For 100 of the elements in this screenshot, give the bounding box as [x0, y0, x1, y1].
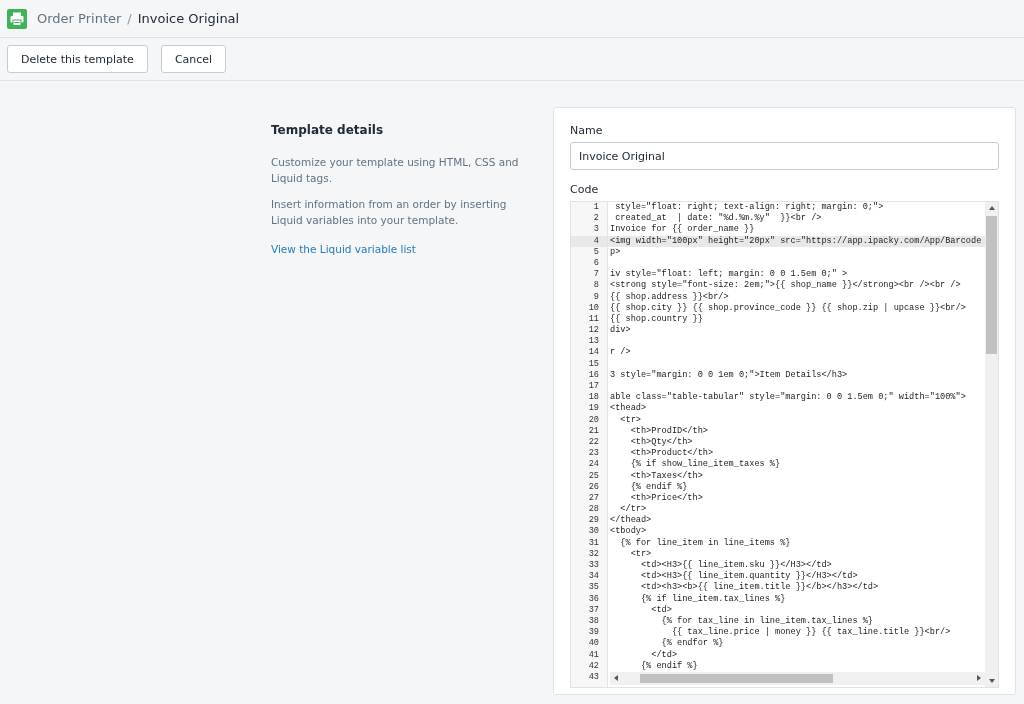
line-number: 7 [592, 269, 600, 281]
line-number: 36 [587, 593, 600, 605]
line-number: 2 [592, 213, 600, 225]
code-line: {% for tax_line in line_item.tax_lines %} [660, 615, 873, 626]
description-text: Insert information from an order by inserting Liquid variables into your template. [271, 197, 508, 228]
code-line: <th>Qty</th> [629, 436, 693, 447]
code-line: <tr> [619, 414, 641, 425]
code-line: <th>Taxes</th> [629, 470, 703, 481]
code-line: {% if line_item.tax_lines %} [639, 593, 786, 604]
scroll-down-icon[interactable] [988, 678, 995, 684]
code-line: {% endfor %} [660, 638, 724, 649]
cancel-button[interactable]: Cancel [160, 45, 227, 73]
line-number: 5 [592, 246, 600, 258]
code-line: </thead> [610, 515, 652, 526]
line-number: 25 [587, 470, 600, 482]
code-line: style="float: right; text-align: right; margin: 0;"> [614, 202, 884, 212]
code-line: p> [610, 246, 621, 257]
code-line: <tr> [629, 548, 652, 559]
line-number: 35 [587, 582, 600, 594]
section-title: Template details [271, 123, 385, 137]
page-title: Invoice Original [137, 11, 240, 26]
line-number: 38 [587, 615, 600, 628]
code-line: created_at | date: "%d.%m.%y" }}<br /> [614, 213, 822, 224]
code-line: <td><H3>{{ line_item.sku }}</H3></td> [639, 560, 832, 570]
line-number: 9 [592, 291, 600, 303]
line-number: 11 [587, 313, 600, 326]
line-number: 27 [587, 492, 600, 505]
code-line: {{ shop.address }}<br/> [610, 291, 729, 302]
code-line: {% endif %} [629, 481, 688, 492]
code-editor[interactable] [570, 201, 999, 688]
line-number: 12 [587, 325, 600, 337]
breadcrumb-separator: / [127, 11, 132, 26]
code-line: iv style="float: left; margin: 0 0 1.5em 0;" > [610, 269, 848, 280]
code-line: able class="table-tabular" style="margin: 0 0 1.5em 0;" width="100%"> [610, 392, 966, 403]
line-number: 32 [587, 548, 600, 560]
code-line: {% if show_line_item_taxes %} [629, 459, 781, 470]
line-number: 26 [587, 481, 600, 493]
code-line: div> [610, 325, 631, 336]
printer-icon [7, 8, 27, 29]
scroll-left-icon[interactable] [613, 675, 619, 682]
delete-button[interactable]: Delete this template [7, 45, 148, 73]
code-line: <th>Price</th> [629, 492, 703, 503]
code-line: <td><h3><b>{{ line_item.title }}</b></h3></td> [639, 582, 879, 593]
code-line: <strong style="font-size: 2em;">{{ shop_name }}</strong><br /><br /> [610, 280, 961, 291]
code-line: {{ shop.city }} {{ shop.province_code }} {{ shop.zip | upcase }}<br/> [610, 302, 966, 313]
code-line: <td> [650, 604, 672, 615]
code-line: <thead> [610, 403, 647, 414]
line-number: 40 [587, 638, 600, 650]
line-number: 4 [571, 235, 607, 247]
line-number: 24 [587, 459, 600, 471]
code-line: 3 style="margin: 0 0 1em 0;">Item Details</h3> [610, 369, 848, 380]
field-label: Code [570, 183, 600, 196]
line-number: 15 [587, 358, 600, 370]
line-number: 31 [587, 537, 600, 549]
field-label: Name [570, 124, 604, 137]
code-line: <th>Product</th> [629, 448, 714, 459]
line-number: 42 [587, 660, 600, 672]
horizontal-scrollbar[interactable] [610, 671, 985, 685]
variable-list-link[interactable]: View the Liquid variable list [271, 243, 416, 255]
code-line: </tr> [619, 504, 647, 515]
line-number: 17 [587, 381, 600, 393]
code-line: {% for line_item in line_items %} [619, 537, 791, 548]
line-number: 10 [587, 302, 600, 314]
scroll-up-icon[interactable] [988, 205, 995, 211]
code-line: </td> [650, 649, 678, 660]
code-line: r /> [610, 347, 631, 358]
vertical-scrollbar[interactable] [985, 202, 998, 687]
line-number: 18 [587, 392, 600, 404]
line-number: 41 [587, 649, 600, 661]
scrollbar-thumb[interactable] [639, 673, 833, 683]
line-number: 1 [592, 202, 600, 214]
code-line: {{ shop.country }} [610, 313, 703, 324]
line-number: 21 [587, 425, 600, 437]
code-line: <tbody> [610, 526, 647, 537]
line-number: 30 [587, 526, 600, 538]
line-number: 34 [587, 571, 600, 583]
line-number: 3 [592, 224, 600, 236]
line-number: 14 [587, 347, 600, 359]
line-number: 22 [587, 436, 600, 449]
scroll-right-icon[interactable] [976, 675, 982, 682]
line-number: 13 [587, 336, 600, 348]
line-number: 37 [587, 604, 600, 616]
line-number: 6 [592, 257, 600, 270]
code-line: {% endif %} [639, 660, 698, 671]
code-line: <td><H3>{{ line_item.quantity }}</H3></td> [639, 571, 858, 582]
code-line: <img width="100px" height="20px" src="https://app.ipacky.com/App/Barcode [610, 235, 982, 246]
line-number: 29 [587, 515, 600, 527]
line-number: 43 [587, 671, 600, 684]
code-line: Invoice for {{ order_name }} [610, 224, 755, 235]
line-number: 8 [592, 280, 600, 292]
breadcrumb-link[interactable]: Order Printer [37, 11, 122, 26]
line-number: 28 [587, 504, 600, 516]
code-line: {{ tax_line.price | money }} {{ tax_line.title }}<br/> [670, 627, 951, 638]
line-number: 33 [587, 560, 600, 572]
line-number: 16 [587, 369, 600, 381]
line-number: 23 [587, 448, 600, 460]
code-line: <th>ProdID</th> [629, 425, 708, 436]
line-number: 19 [587, 403, 600, 415]
name-field[interactable]: Invoice Original [570, 142, 999, 170]
scrollbar-thumb[interactable] [986, 216, 997, 355]
